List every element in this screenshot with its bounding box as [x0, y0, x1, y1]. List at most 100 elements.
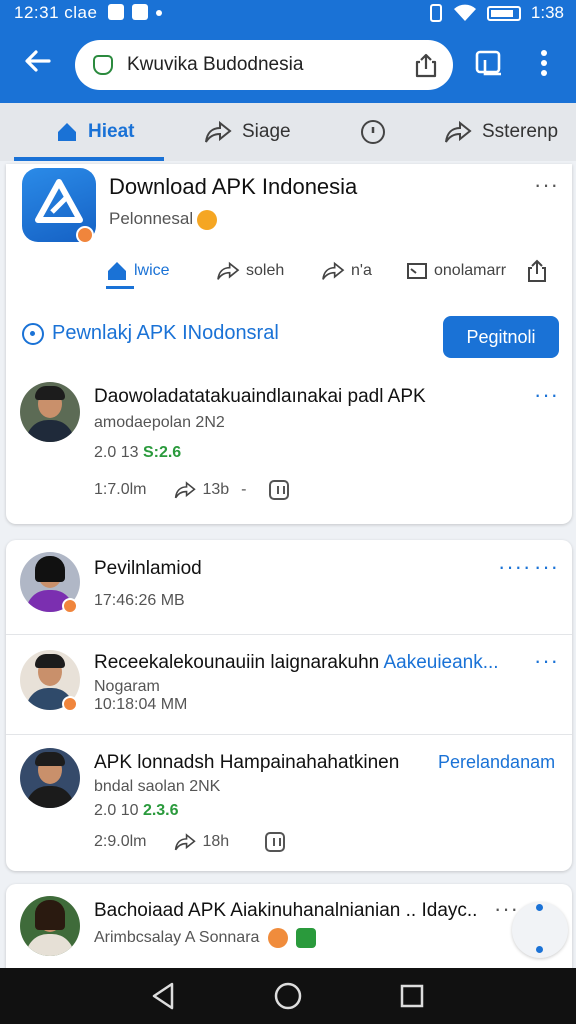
active-tab-indicator: [14, 157, 164, 161]
tab-send[interactable]: Ssterenp: [444, 103, 558, 161]
share-icon: [217, 261, 240, 280]
url-bar[interactable]: Kwuvika Budodnesia: [75, 40, 453, 90]
avatar[interactable]: [20, 896, 80, 956]
share-icon[interactable]: [174, 832, 197, 852]
action-forward[interactable]: n'a: [321, 256, 372, 286]
avatar-badge: [62, 696, 78, 712]
dot-icon: [156, 10, 162, 16]
post-stat-separator: -: [241, 481, 247, 498]
tab-send-label: Ssterenp: [482, 121, 559, 142]
share-upload-icon: [528, 259, 546, 282]
post-subtitle: Arimbcsalay A Sonnara: [94, 928, 317, 948]
tab-share-label: Siage: [242, 121, 291, 142]
status-bar: 12:31 clae 1:38: [0, 0, 576, 26]
action-row: lwice soleh n'a onolamarr: [106, 256, 556, 289]
post-title[interactable]: Receekalekounauiin laignarakuhn Aakeuiea…: [94, 652, 499, 674]
post-stat-time: 2:9.0lm: [94, 833, 147, 850]
tab-home-label: Hieat: [88, 121, 135, 142]
primary-button[interactable]: Pegitnoli: [443, 316, 559, 358]
post-more-icon[interactable]: ···: [534, 650, 559, 672]
nav-recents-icon[interactable]: [394, 978, 430, 1014]
more-options-icon[interactable]: ···: [534, 174, 559, 196]
back-arrow-icon: [25, 50, 51, 72]
home-icon: [108, 262, 126, 280]
tab-share[interactable]: Siage: [204, 103, 291, 161]
avatar[interactable]: [20, 748, 80, 808]
post-more-icon[interactable]: ···: [494, 898, 519, 920]
post-subtitle: amodaepolan 2N2: [94, 414, 225, 431]
share-upload-icon[interactable]: [413, 52, 439, 78]
floating-action-button[interactable]: [512, 902, 568, 958]
share-icon: [322, 261, 345, 280]
pause-icon[interactable]: [265, 832, 286, 852]
window-icon: [407, 263, 427, 279]
section-link[interactable]: Pewnlakj APK INodonsral: [22, 322, 279, 345]
section-link-text: Pewnlakj APK INodonsral: [52, 322, 279, 344]
action-home[interactable]: lwice: [106, 256, 170, 286]
action-tabs-label: onolamarr: [434, 262, 507, 279]
tab-home[interactable]: Hieat: [56, 103, 134, 161]
url-text[interactable]: Kwuvika Budodnesia: [127, 54, 303, 76]
nav-back-icon[interactable]: [146, 978, 182, 1014]
emoji-icon: [267, 928, 288, 948]
post-title[interactable]: APK lonnadsh Hampainahahatkinen: [94, 752, 399, 774]
action-forward-label: n'a: [351, 262, 372, 279]
wifi-icon: [453, 4, 476, 21]
post-stat-time: 1:7.0lm: [94, 481, 147, 498]
post-meta: 2.0 10 2.3.6: [94, 802, 179, 819]
page-subtitle-text: Pelonnesal: [109, 209, 194, 228]
post-title[interactable]: Bachoiaad APK Aiakinuhanalnianian .. Ida…: [94, 900, 477, 922]
notification-icon: [108, 4, 124, 20]
post-list-card: Pevilnlamiod 17:46:26 MB ···· ··· Receek…: [6, 540, 572, 871]
post-meta-highlight: S:2.6: [142, 444, 182, 461]
action-share-label: soleh: [246, 262, 285, 279]
post-link[interactable]: Perelandanam: [438, 752, 555, 773]
image-icon: [132, 4, 148, 20]
nav-tabs: Hieat Siage Ssterenp: [0, 103, 576, 161]
clock-icon: [22, 322, 44, 345]
status-clock-right: 1:38: [530, 3, 564, 22]
post-more-icon[interactable]: ···: [534, 556, 559, 578]
verified-badge: [76, 226, 94, 244]
post-subtitle: bndal saolan 2NK: [94, 778, 221, 795]
post-meta-highlight: 2.3.6: [142, 802, 179, 819]
post-stats: 2:9.0lm 18h: [94, 832, 286, 852]
emoji-icon: [197, 209, 218, 230]
post-title[interactable]: Daowoladatatakuaindlaınakai padl APK: [94, 386, 426, 408]
pause-icon[interactable]: [268, 480, 289, 500]
post-meta: 17:46:26 MB: [94, 592, 185, 609]
home-icon: [58, 123, 76, 141]
post-meta: 10:18:04 MM: [94, 696, 188, 713]
post-stats: 1:7.0lm 13b -: [94, 480, 289, 500]
overflow-menu-icon[interactable]: [532, 46, 556, 80]
avatar[interactable]: [20, 382, 80, 442]
post-more-icon[interactable]: ····: [498, 556, 531, 578]
shield-icon: [93, 55, 113, 75]
action-share[interactable]: soleh: [216, 256, 284, 286]
tab-explore[interactable]: [360, 103, 386, 161]
post-stat-shares: 13b: [202, 481, 230, 498]
action-home-label: lwice: [134, 262, 170, 279]
app-card: Download APK Indonesia Pelonnesal ··· lw…: [6, 164, 572, 524]
post-meta: 2.0 13 S:2.6: [94, 444, 182, 461]
check-icon: [296, 928, 317, 948]
tabs-icon[interactable]: [474, 48, 504, 78]
back-button[interactable]: [20, 46, 56, 82]
page-subtitle: Pelonnesal: [109, 209, 218, 230]
post-title-link[interactable]: Aakeuieank...: [383, 652, 498, 673]
post-more-icon[interactable]: ···: [534, 384, 559, 406]
app-bar: 12:31 clae 1:38 Kwuvika Budodnesia: [0, 0, 576, 103]
share-icon[interactable]: [174, 480, 197, 500]
action-tabs[interactable]: onolamarr: [406, 256, 506, 286]
nav-home-icon[interactable]: [270, 978, 306, 1014]
system-nav-bar: [0, 968, 576, 1024]
action-indicator: [106, 286, 134, 289]
post-title[interactable]: Pevilnlamiod: [94, 558, 202, 580]
page-title: Download APK Indonesia: [109, 174, 358, 199]
action-upload[interactable]: [526, 256, 548, 286]
vibrate-icon: [429, 4, 442, 22]
share-icon: [205, 120, 232, 143]
share-icon: [445, 120, 472, 143]
post-stat-shares: 18h: [202, 833, 230, 850]
compass-icon: [361, 120, 385, 144]
